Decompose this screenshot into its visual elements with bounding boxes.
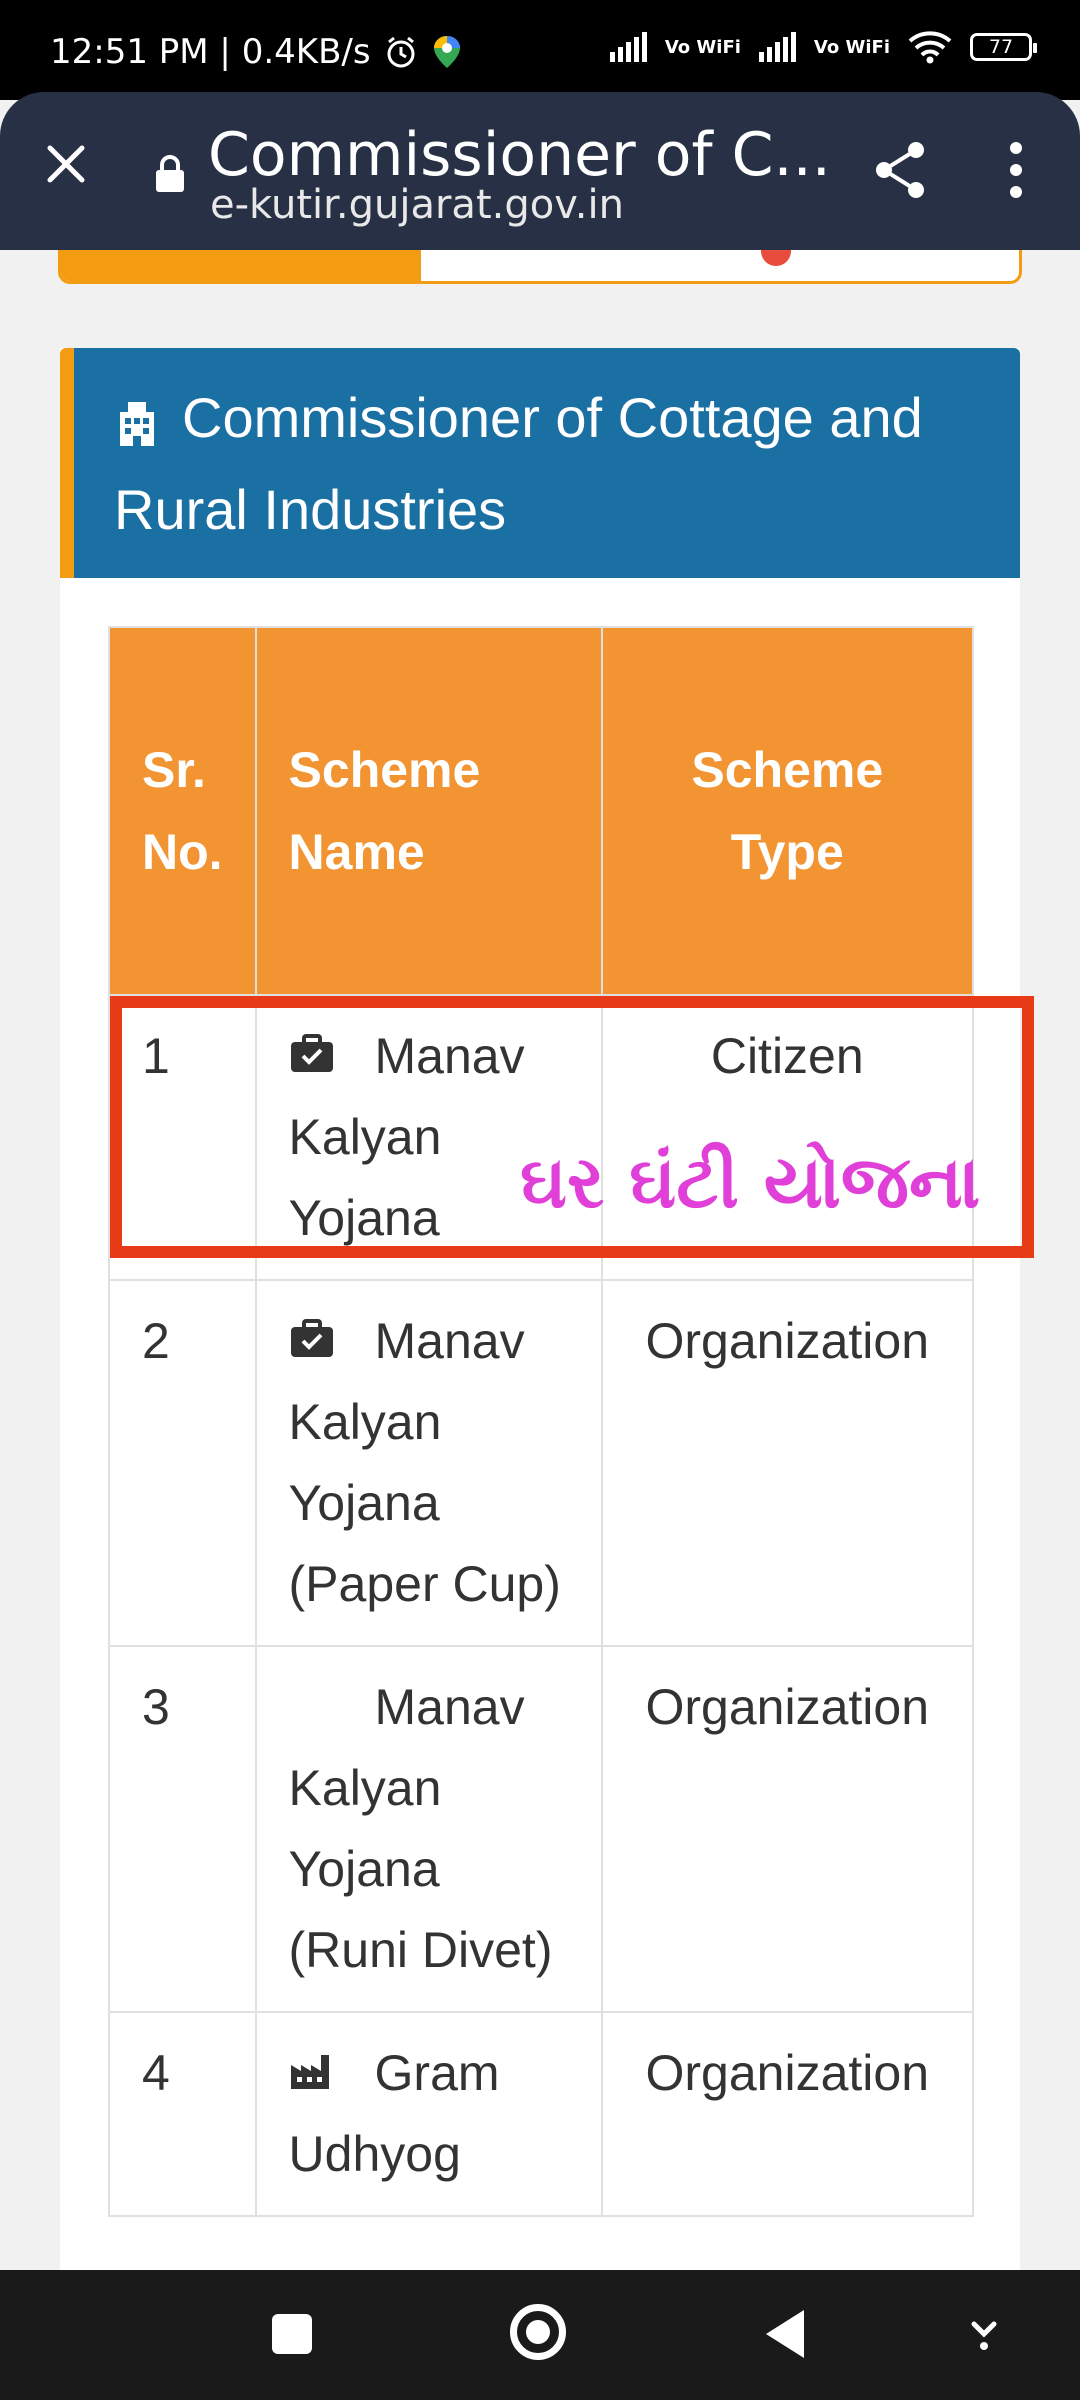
table-header-row: Sr. No. Scheme Name Scheme Type [108, 626, 975, 996]
page-title: Commissioner of C... [208, 120, 831, 190]
table-row[interactable]: 3 Manav Kalyan Yojana (Runi Divet) Organ… [108, 1645, 975, 2013]
header-scheme-name: Scheme Name [254, 626, 603, 996]
back-triangle-icon[interactable] [766, 2310, 804, 2358]
recents-square-icon[interactable] [272, 2314, 312, 2354]
card-title: Commissioner of Cottage and Rural Indust… [114, 386, 923, 541]
keyboard-hide-icon[interactable] [966, 2314, 1002, 2354]
status-time: 12:51 PM | 0.4KB/s [50, 32, 371, 72]
briefcase-check-icon [290, 1033, 333, 1072]
vowifi-label: Vo WiFi [664, 36, 741, 58]
battery-icon: 77 [970, 33, 1037, 61]
header-scheme-type: Scheme Type [600, 626, 975, 996]
vowifi-label-2: Vo WiFi [813, 36, 890, 58]
factory-icon [290, 2054, 329, 2089]
browser-toolbar: Commissioner of C... e-kutir.gujarat.gov… [0, 92, 1080, 250]
department-card: Commissioner of Cottage and Rural Indust… [60, 348, 1020, 2278]
alarm-icon [387, 36, 415, 68]
schemes-table: Sr. No. Scheme Name Scheme Type 1 Manav … [108, 626, 975, 2217]
row-scheme-name[interactable]: Manav Kalyan Yojana (Runi Divet) [254, 1645, 603, 2013]
row-scheme-name[interactable]: Manav Kalyan Yojana (Paper Cup) [254, 1279, 603, 1647]
signal-icon [609, 32, 647, 62]
row-scheme-type: Organization [600, 1645, 975, 2013]
card-header: Commissioner of Cottage and Rural Indust… [60, 348, 1020, 578]
remnant-orange-bar [61, 250, 421, 281]
signal-icon-2 [758, 32, 796, 62]
wifi-icon [908, 31, 952, 64]
row-scheme-type: Organization [600, 2011, 975, 2217]
row-sr: 4 [108, 2011, 257, 2217]
previous-card-remnant [58, 250, 1022, 284]
row-scheme-name[interactable]: Gram Udhyog [254, 2011, 603, 2217]
table-row[interactable]: 4 Gram Udhyog Organization [108, 2011, 975, 2217]
table-row[interactable]: 1 Manav Kalyan Yojana Citizen [108, 994, 975, 1281]
table-row[interactable]: 2 Manav Kalyan Yojana (Paper Cup) Organi… [108, 1279, 975, 1647]
building-icon [120, 402, 154, 447]
row-sr: 2 [108, 1279, 257, 1647]
status-right: Vo WiFi Vo WiFi 77 [609, 30, 1037, 64]
row-sr: 3 [108, 1645, 257, 2013]
share-icon[interactable] [872, 140, 928, 200]
status-left: 12:51 PM | 0.4KB/s [50, 32, 463, 72]
overlay-annotation-text: ઘર ઘંટી યોજના [520, 1140, 981, 1224]
lock-icon [156, 155, 184, 192]
home-circle-icon[interactable] [510, 2304, 566, 2360]
more-vert-icon[interactable] [1004, 140, 1028, 200]
system-nav-bar [0, 2270, 1080, 2400]
row-sr: 1 [108, 994, 257, 1281]
remnant-red-mark [761, 250, 791, 266]
status-bar: 12:51 PM | 0.4KB/s Vo WiFi Vo WiFi 77 [0, 0, 1080, 100]
close-icon[interactable] [38, 136, 94, 192]
row-scheme-name[interactable]: Manav Kalyan Yojana [254, 994, 603, 1281]
maps-pin-icon [433, 36, 460, 68]
header-sr-no: Sr. No. [108, 626, 257, 996]
page-url[interactable]: e-kutir.gujarat.gov.in [210, 182, 624, 228]
scheme-name-text: Manav Kalyan Yojana (Runi Divet) [288, 1679, 553, 1978]
briefcase-check-icon [290, 1318, 333, 1357]
row-scheme-type: Citizen [600, 994, 975, 1281]
row-scheme-type: Organization [600, 1279, 975, 1647]
